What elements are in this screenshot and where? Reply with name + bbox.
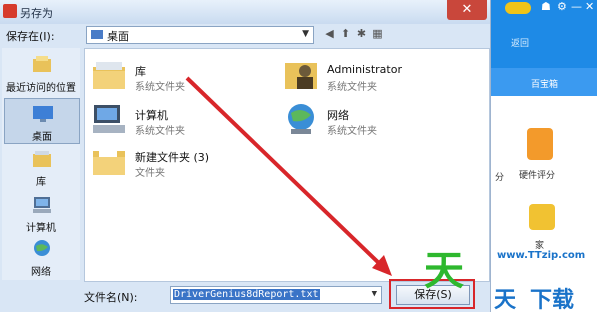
desktop-folder-icon [91,30,103,39]
side-label: 分 [495,173,505,183]
back-icon[interactable]: ◀ [323,27,336,40]
file-name: 库 [135,65,146,78]
chevron-down-icon[interactable]: ▼ [302,29,309,39]
watermark-text-1: 天 [494,288,517,313]
save-as-dialog: 另存为 ✕ 保存在(I): 桌面 ▼ ◀ ⬆ ✱ ▦ 最近访问的位置 桌面 库 [0,0,491,312]
lock-icon[interactable] [529,204,555,230]
save-in-value: 桌面 [107,30,129,43]
hardware-score-icon[interactable] [527,128,553,160]
network-icon [288,104,314,134]
app-header: ☗ ⚙ — ✕ 返回 [491,0,597,68]
computer-icon [93,105,125,133]
list-item[interactable]: 库 系统文件夹 [91,57,241,99]
view-menu-icon[interactable]: ▦ [371,27,384,40]
file-desc: 系统文件夹 [327,126,377,137]
vip-badge [505,2,531,14]
place-library[interactable]: 库 [4,144,78,188]
place-label: 网络 [31,267,51,278]
place-label: 计算机 [26,223,56,234]
save-in-dropdown[interactable]: 桌面 ▼ [86,26,314,44]
place-recent[interactable]: 最近访问的位置 [4,50,78,94]
file-name: 网络 [327,109,349,122]
game-icon[interactable]: ☗ [541,0,551,13]
watermark-logo: 天 [424,248,464,294]
new-folder-icon[interactable]: ✱ [355,27,368,40]
file-desc: 系统文件夹 [135,82,185,93]
toolbar: ◀ ⬆ ✱ ▦ [323,26,393,42]
file-name-input[interactable]: DriverGenius8dReport.txt ▼ [170,286,382,304]
list-item[interactable]: 网络 系统文件夹 [283,101,433,143]
dialog-title: 另存为 [20,7,53,20]
list-item[interactable]: 计算机 系统文件夹 [91,101,241,143]
recent-icon [33,56,51,72]
save-in-row: 保存在(I): 桌面 ▼ [0,24,490,44]
back-link[interactable]: 返回 [511,36,529,49]
network-icon [34,240,50,256]
gear-icon[interactable]: ⚙ [557,0,567,13]
file-name-value: DriverGenius8dReport.txt [173,289,320,300]
close-icon[interactable]: ✕ [585,0,594,13]
tab-label: 百宝箱 [531,80,559,90]
place-label: 桌面 [32,132,52,143]
list-item[interactable]: 新建文件夹 (3) 文件夹 [91,143,251,185]
file-desc: 文件夹 [135,168,165,179]
file-name: 新建文件夹 (3) [135,151,210,164]
file-name: 计算机 [135,109,168,122]
up-folder-icon[interactable]: ⬆ [339,27,352,40]
place-label: 最近访问的位置 [6,83,76,94]
library-folder-icon [93,62,125,89]
file-name-label: 文件名(N): [84,291,138,304]
place-network[interactable]: 网络 [4,234,78,278]
hardware-score-label[interactable]: 硬件评分 [519,168,555,181]
user-folder-icon [285,63,317,89]
chevron-down-icon[interactable]: ▼ [371,289,378,299]
dialog-titlebar: 另存为 ✕ [0,0,490,24]
app-icon [3,4,17,18]
watermark-text-2: 下载 [530,288,575,313]
folder-icon [93,147,125,175]
save-in-label: 保存在(I): [6,30,55,43]
places-bar: 最近访问的位置 桌面 库 计算机 网络 [2,48,80,280]
file-desc: 系统文件夹 [327,82,377,93]
library-icon [33,151,51,167]
tab-toolbox[interactable]: 百宝箱 [491,68,597,96]
close-button[interactable]: ✕ [447,0,487,20]
place-desktop[interactable]: 桌面 [4,98,80,144]
file-desc: 系统文件夹 [135,126,185,137]
file-name: Administrator [327,63,402,76]
place-computer[interactable]: 计算机 [4,190,78,234]
computer-icon [33,197,51,213]
list-item[interactable]: Administrator 系统文件夹 [283,57,463,99]
watermark-url: www.TTzip.com [497,250,586,261]
desktop-icon [33,106,53,122]
background-app: ☗ ⚙ — ✕ 返回 百宝箱 分 硬件评分 家 [491,0,597,312]
place-label: 库 [36,177,46,188]
minimize-icon[interactable]: — [571,0,582,13]
